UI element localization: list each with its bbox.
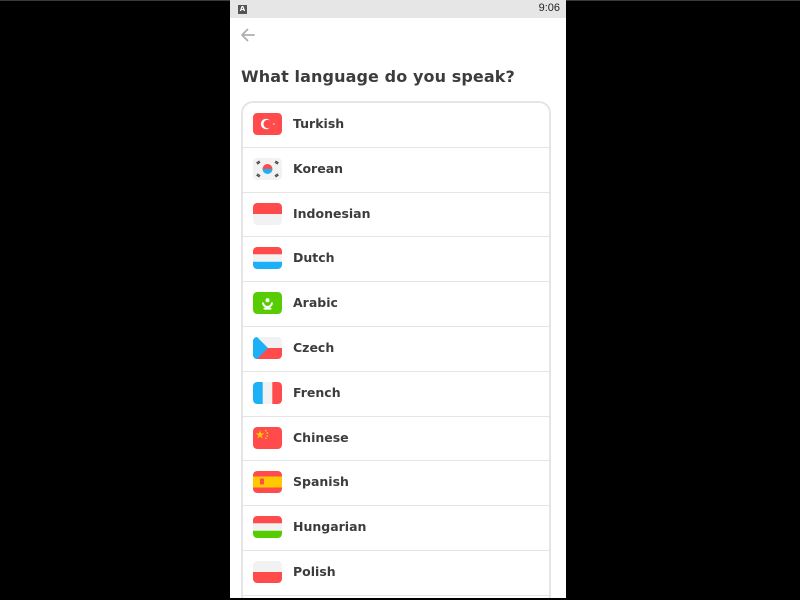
language-label: Hungarian [293,519,367,535]
language-label: Polish [293,563,336,579]
language-option-french[interactable]: French [243,372,549,417]
arabic-flag-icon [253,292,282,315]
hungary-flag-icon [253,516,282,539]
language-option-arabic[interactable]: Arabic [243,282,549,327]
language-label: Chinese [293,429,349,445]
arrow-left-icon [241,28,255,42]
france-flag-icon [253,381,282,404]
language-option-chinese[interactable]: Chinese [243,417,549,462]
language-label: Dutch [293,250,335,266]
netherlands-flag-icon [253,247,282,270]
language-option-spanish[interactable]: Spanish [243,461,549,507]
language-option-indonesian[interactable]: Indonesian [243,193,549,238]
china-flag-icon [253,426,282,449]
phone-screen: A 9:06 What language do you speak? Turki… [230,0,566,598]
language-option-dutch[interactable]: Dutch [243,237,549,283]
indonesia-flag-icon [253,202,282,225]
language-label: Spanish [293,474,349,490]
language-label: Czech [293,339,335,355]
language-label: Arabic [293,295,338,311]
language-option-turkish[interactable]: Turkish [243,103,549,148]
app-notification-icon: A [238,5,247,14]
language-label: French [293,384,341,400]
south-korea-flag-icon [253,157,282,180]
language-option-hungarian[interactable]: Hungarian [243,506,549,551]
language-option-czech[interactable]: Czech [243,327,549,372]
language-label: Indonesian [293,205,371,221]
spain-flag-icon [253,471,282,494]
page-title: What language do you speak? [241,67,515,86]
status-time: 9:06 [538,2,560,14]
back-button[interactable] [237,24,259,46]
poland-flag-icon [253,560,282,583]
language-label: Turkish [293,116,345,131]
language-label: Korean [293,160,344,176]
status-bar: A 9:06 [230,0,566,18]
language-option-polish[interactable]: Polish [243,551,549,596]
turkey-flag-icon [253,113,282,135]
language-option-korean[interactable]: Korean [243,148,549,193]
czech-flag-icon [253,336,282,359]
language-list: Turkish Korean Indonesian Dutch Arabic C… [241,101,551,598]
